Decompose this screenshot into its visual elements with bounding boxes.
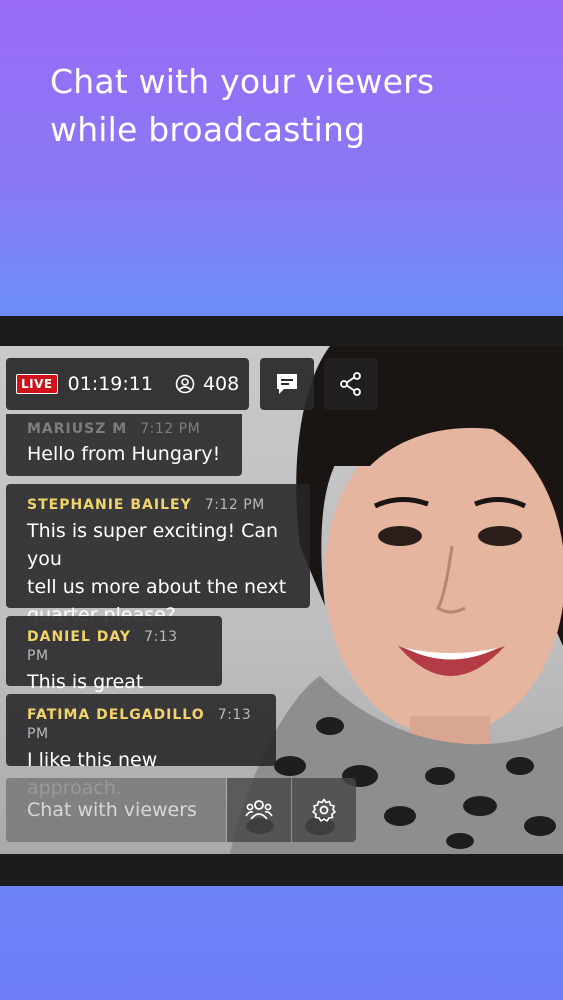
- message-text: Hello from Hungary!: [27, 443, 221, 465]
- message-time: 7:12 PM: [204, 497, 265, 513]
- elapsed-timer: 01:19:11: [67, 373, 153, 395]
- headline: Chat with your viewers while broadcastin…: [50, 58, 530, 154]
- chat-message: MARIUSZ M 7:12 PM Hello from Hungary!: [6, 414, 242, 476]
- stream-status-bar: LIVE 01:19:11 408: [6, 358, 249, 410]
- chat-toggle-button[interactable]: [260, 358, 314, 410]
- people-icon: [245, 800, 273, 820]
- chat-input-placeholder: Chat with viewers: [27, 799, 197, 821]
- background-bottom: [0, 886, 563, 1000]
- gear-icon: [312, 798, 336, 822]
- message-time: 7:12 PM: [140, 421, 201, 437]
- viewer-count: 408: [202, 373, 240, 395]
- headline-line-2: while broadcasting: [50, 110, 366, 149]
- headline-line-1: Chat with your viewers: [50, 62, 435, 101]
- message-author: STEPHANIE BAILEY: [27, 497, 192, 513]
- message-author: DANIEL DAY: [27, 629, 131, 645]
- message-author: FATIMA DELGADILLO: [27, 707, 205, 723]
- live-badge: LIVE: [16, 374, 58, 394]
- message-text: This is super exciting! Can you tell us …: [27, 517, 289, 629]
- settings-button[interactable]: [292, 778, 356, 842]
- chat-bubble-icon: [277, 374, 297, 394]
- viewers-list-button[interactable]: [227, 778, 291, 842]
- chat-input[interactable]: Chat with viewers: [6, 778, 226, 842]
- share-icon: [340, 372, 361, 396]
- chat-message: DANIEL DAY 7:13 PM This is great news!: [6, 616, 222, 721]
- message-line: This is super exciting! Can you: [27, 520, 279, 570]
- chat-message: STEPHANIE BAILEY 7:12 PM This is super e…: [6, 484, 310, 626]
- message-line: tell us more about the next: [27, 576, 287, 598]
- person-circle-icon: [175, 374, 195, 394]
- message-author: MARIUSZ M: [27, 421, 128, 437]
- share-button[interactable]: [324, 358, 378, 410]
- chat-message: FATIMA DELGADILLO 7:13 PM I like this ne…: [6, 694, 276, 799]
